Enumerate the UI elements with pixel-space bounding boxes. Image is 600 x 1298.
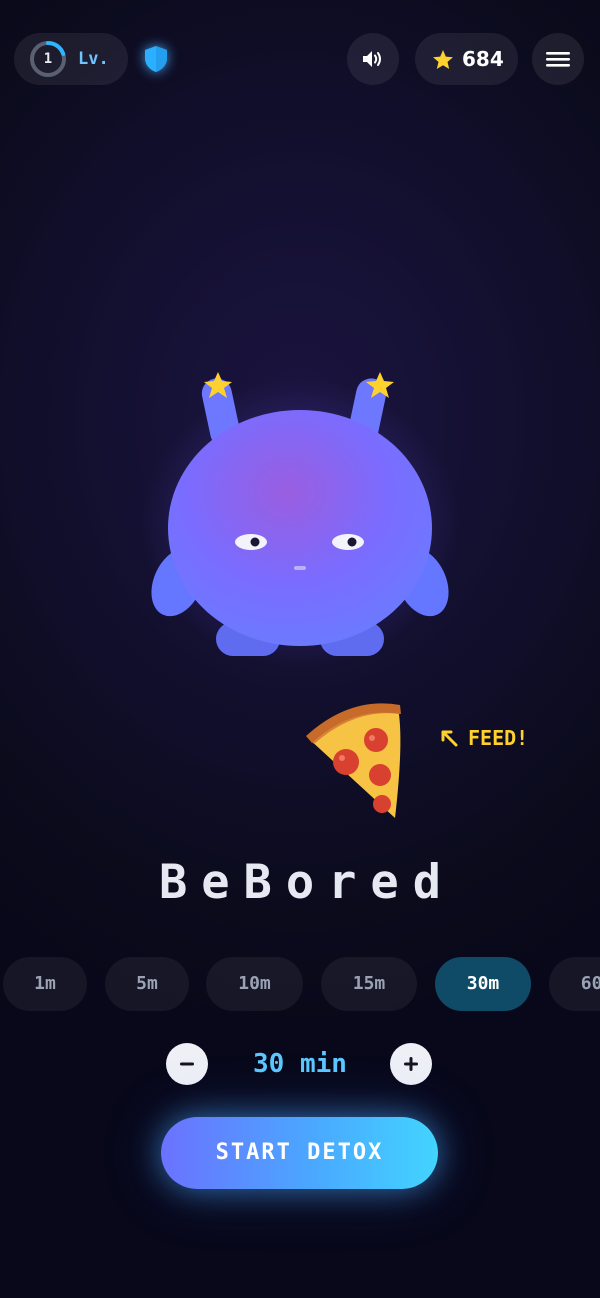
increase-duration-button[interactable]: [390, 1043, 432, 1085]
start-detox-button[interactable]: START DETOX: [161, 1117, 438, 1189]
feed-hint-label: FEED!: [468, 726, 529, 750]
shield-icon[interactable]: [142, 44, 170, 74]
arrow-up-left-icon: [441, 730, 458, 747]
duration-option-selected[interactable]: 30m: [435, 957, 531, 1011]
level-label: Lv.: [78, 49, 109, 69]
duration-option[interactable]: 60m: [549, 957, 600, 1011]
plus-icon: [404, 1057, 418, 1071]
duration-option[interactable]: 1m: [3, 957, 87, 1011]
level-badge[interactable]: 1 Lv.: [14, 33, 128, 85]
minus-icon: [180, 1062, 194, 1066]
sound-toggle-button[interactable]: [347, 33, 399, 85]
pizza-icon[interactable]: [300, 700, 410, 825]
coin-count: 684: [462, 47, 504, 71]
star-icon: [433, 50, 453, 69]
duration-value: 30 min: [253, 1049, 347, 1079]
menu-button[interactable]: [532, 33, 584, 85]
hamburger-menu-icon: [546, 52, 570, 67]
app-title: BeBored: [158, 855, 456, 910]
coin-balance[interactable]: 684: [415, 33, 518, 85]
speaker-icon: [363, 51, 381, 67]
decrease-duration-button[interactable]: [166, 1043, 208, 1085]
pet-character[interactable]: [140, 360, 460, 670]
duration-option[interactable]: 15m: [321, 957, 417, 1011]
level-number: 1: [43, 51, 53, 67]
duration-option[interactable]: 10m: [206, 957, 303, 1011]
duration-option[interactable]: 5m: [105, 957, 189, 1011]
feed-hint: FEED!: [438, 722, 528, 754]
duration-selector[interactable]: 1m 5m 10m 15m 30m 60m: [0, 957, 600, 1011]
